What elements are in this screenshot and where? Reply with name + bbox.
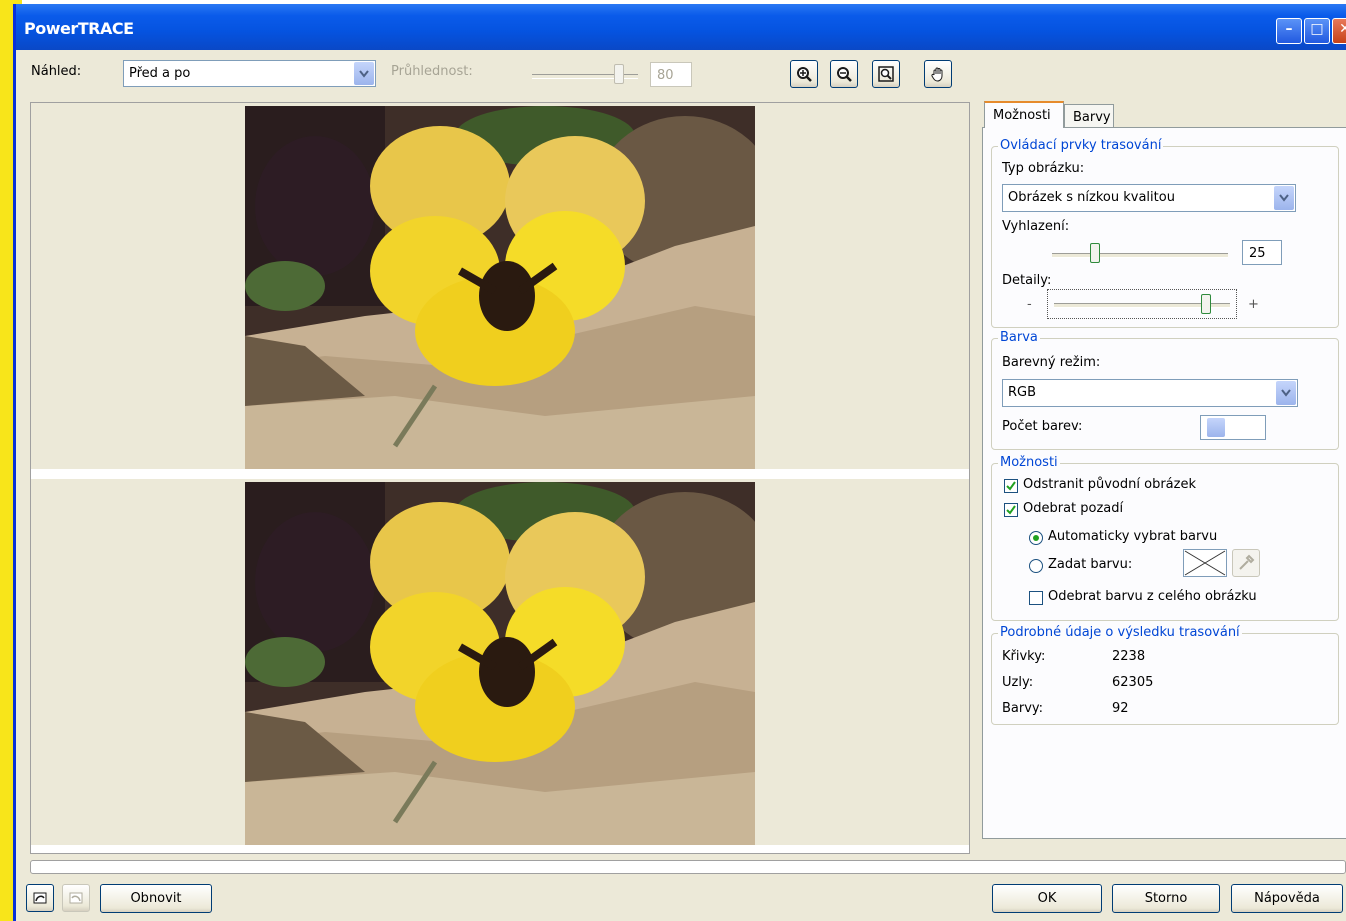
chevron-down-icon[interactable]: [354, 62, 374, 85]
window-title: PowerTRACE: [24, 19, 134, 38]
tracing-results-group: Podrobné údaje o výsledku trasování Křiv…: [991, 625, 1339, 725]
remove-color-whole-checkbox[interactable]: [1029, 591, 1043, 605]
preview-mode-value: Před a po: [129, 66, 191, 81]
color-group: Barva Barevný režim: RGB Počet barev: 92: [991, 330, 1339, 450]
image-type-select[interactable]: Obrázek s nízkou kvalitou: [1002, 184, 1296, 212]
transparency-slider[interactable]: [532, 64, 638, 84]
options-group-title: Možnosti: [998, 455, 1060, 470]
colors-value: 92: [1112, 701, 1129, 716]
options-tab-body: Ovládací prvky trasování Typ obrázku: Ob…: [982, 127, 1346, 839]
tab-colors[interactable]: Barvy: [1064, 104, 1114, 128]
transparency-label: Průhlednost:: [391, 64, 473, 79]
tracing-results-title: Podrobné údaje o výsledku trasování: [998, 625, 1242, 640]
detail-plus-icon: +: [1248, 297, 1259, 312]
image-type-label: Typ obrázku:: [1002, 161, 1085, 176]
specify-color-radio[interactable]: [1029, 559, 1043, 573]
spinner-arrows-icon[interactable]: [1207, 418, 1225, 437]
detail-label: Detaily:: [1002, 273, 1052, 288]
color-group-title: Barva: [998, 330, 1040, 345]
tab-options[interactable]: Možnosti: [984, 101, 1064, 128]
hand-icon: [931, 67, 943, 82]
smoothing-label: Vyhlazení:: [1002, 219, 1070, 234]
zoom-in-icon: [797, 67, 812, 82]
smoothing-value: 25: [1249, 246, 1266, 261]
tab-options-label: Možnosti: [993, 108, 1051, 123]
ok-button[interactable]: OK: [992, 884, 1102, 913]
nodes-label: Uzly:: [1002, 675, 1034, 690]
preview-area[interactable]: [30, 102, 970, 854]
color-count-label: Počet barev:: [1002, 419, 1083, 434]
nodes-value: 62305: [1112, 675, 1154, 690]
tracing-controls-group: Ovládací prvky trasování Typ obrázku: Ob…: [991, 138, 1339, 328]
redo-button[interactable]: [62, 884, 90, 912]
title-bar[interactable]: PowerTRACE – □ ✕: [16, 4, 1346, 50]
zoom-out-button[interactable]: [830, 60, 858, 88]
options-group: Možnosti Odstranit původní obrázek Odebr…: [991, 455, 1339, 621]
colors-label: Barvy:: [1002, 701, 1044, 716]
smoothing-slider[interactable]: [1052, 243, 1228, 263]
help-button[interactable]: Nápověda: [1231, 884, 1343, 913]
color-swatch-button[interactable]: [1183, 549, 1227, 577]
settings-panel: Možnosti Barvy Ovládací prvky trasování …: [982, 100, 1346, 839]
zoom-out-icon: [837, 67, 852, 82]
undo-button[interactable]: [26, 884, 54, 912]
image-type-value: Obrázek s nízkou kvalitou: [1008, 190, 1175, 205]
cancel-button[interactable]: Storno: [1112, 884, 1220, 913]
zoom-to-fit-icon: [878, 66, 894, 82]
color-mode-value: RGB: [1008, 385, 1037, 400]
pan-button[interactable]: [924, 60, 952, 88]
minimize-icon: –: [1285, 21, 1293, 37]
tab-colors-label: Barvy: [1073, 110, 1111, 125]
smoothing-value-field[interactable]: 25: [1242, 240, 1282, 265]
tracing-controls-title: Ovládací prvky trasování: [998, 138, 1164, 153]
fit-to-window-button[interactable]: [872, 60, 900, 88]
preview-before-pane[interactable]: [31, 103, 969, 469]
progress-bar: [30, 860, 1346, 874]
color-mode-select[interactable]: RGB: [1002, 379, 1298, 407]
remove-color-whole-label[interactable]: Odebrat barvu z celého obrázku: [1048, 589, 1257, 604]
remove-original-checkbox[interactable]: [1004, 479, 1018, 493]
undo-icon: [33, 892, 47, 904]
transparency-value: 80: [657, 68, 674, 83]
color-count-spinner[interactable]: 92: [1200, 415, 1266, 440]
powertrace-dialog: PowerTRACE – □ ✕ Náhled: Před a po Průhl…: [13, 4, 1346, 921]
traced-image: [245, 482, 755, 845]
reset-button[interactable]: Obnovit: [100, 884, 212, 913]
minimize-button[interactable]: –: [1276, 18, 1302, 44]
close-button[interactable]: ✕: [1332, 18, 1346, 44]
eyedropper-icon: [1239, 554, 1255, 570]
chevron-down-icon[interactable]: [1274, 186, 1294, 210]
remove-background-label[interactable]: Odebrat pozadí: [1023, 501, 1123, 516]
close-icon: ✕: [1333, 21, 1346, 37]
auto-color-radio[interactable]: [1029, 531, 1043, 545]
redo-icon: [69, 892, 83, 904]
color-mode-label: Barevný režim:: [1002, 355, 1101, 370]
detail-minus-icon: -: [1027, 297, 1032, 312]
chevron-down-icon[interactable]: [1276, 381, 1296, 405]
zoom-in-button[interactable]: [790, 60, 818, 88]
no-color-icon: [1184, 550, 1226, 576]
maximize-icon: □: [1310, 21, 1324, 37]
original-image: [245, 106, 755, 469]
specify-color-label[interactable]: Zadat barvu:: [1048, 557, 1132, 572]
preview-after-pane[interactable]: [31, 479, 969, 845]
curves-value: 2238: [1112, 649, 1146, 664]
remove-background-checkbox[interactable]: [1004, 503, 1018, 517]
transparency-value-field[interactable]: 80: [650, 62, 692, 87]
curves-label: Křivky:: [1002, 649, 1046, 664]
detail-slider[interactable]: [1047, 289, 1237, 319]
preview-label: Náhled:: [31, 64, 82, 79]
maximize-button[interactable]: □: [1304, 18, 1330, 44]
preview-mode-select[interactable]: Před a po: [123, 60, 376, 87]
eyedropper-button[interactable]: [1232, 549, 1260, 577]
remove-original-label[interactable]: Odstranit původní obrázek: [1023, 477, 1196, 492]
auto-color-label[interactable]: Automaticky vybrat barvu: [1048, 529, 1217, 544]
